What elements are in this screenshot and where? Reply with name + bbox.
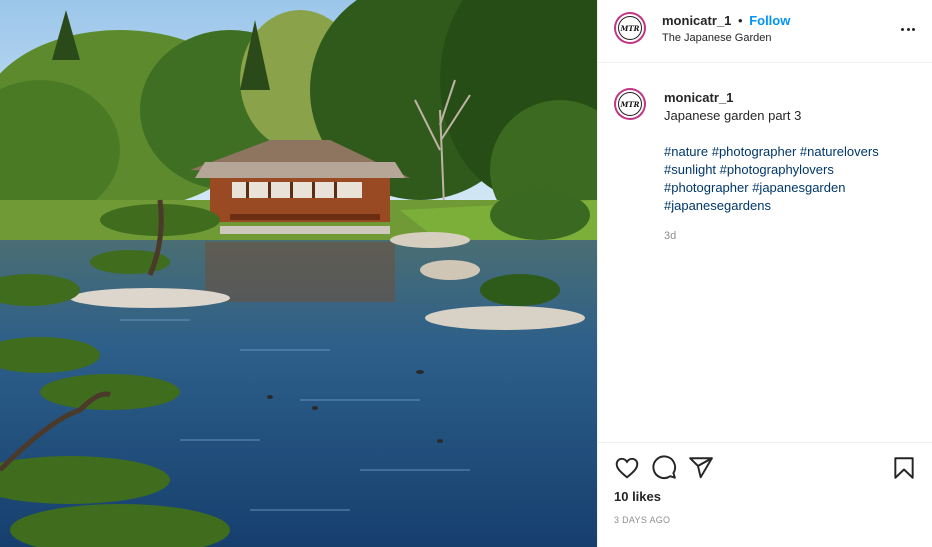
comment-icon[interactable]	[651, 455, 677, 481]
caption-avatar[interactable]: MTR	[614, 88, 646, 120]
author-avatar[interactable]: MTR	[614, 12, 646, 44]
garden-photo-illustration	[0, 0, 597, 547]
comment-icon-shape	[652, 455, 677, 479]
separator-dot: •	[738, 13, 743, 28]
avatar-logo: MTR	[618, 92, 642, 116]
hashtag-link[interactable]: #japanesgarden	[752, 180, 845, 195]
bookmark-icon[interactable]	[891, 455, 917, 481]
hashtag-link[interactable]: #photographylovers	[720, 162, 834, 177]
avatar-inner: MTR	[616, 90, 644, 118]
hashtag-link[interactable]: #nature	[664, 144, 708, 159]
more-options-icon[interactable]	[899, 20, 917, 38]
hashtag-link[interactable]: #naturelovers	[800, 144, 879, 159]
hashtag-link[interactable]: #sunlight	[664, 162, 716, 177]
post-header: MTR monicatr_1 • Follow The Japanese Gar…	[598, 0, 932, 63]
heart-icon[interactable]	[614, 455, 640, 481]
hashtag-list: #nature #photographer #naturelovers #sun…	[664, 143, 919, 215]
post-photo[interactable]	[0, 0, 597, 547]
caption-timestamp[interactable]: 3d	[664, 227, 919, 245]
share-icon-shape	[689, 457, 713, 479]
hashtag-link[interactable]: #photographer	[712, 144, 797, 159]
heart-icon-shape	[615, 457, 639, 479]
more-dot	[911, 27, 915, 31]
caption-username[interactable]: monicatr_1	[664, 89, 919, 107]
bookmark-icon-shape	[894, 457, 914, 479]
more-dot	[901, 27, 905, 31]
likes-count[interactable]: 10 likes	[614, 489, 661, 504]
hashtag-line: #nature #photographer #naturelovers	[664, 143, 919, 161]
more-dot	[906, 27, 910, 31]
header-names: monicatr_1 • Follow The Japanese Garden	[662, 13, 790, 46]
avatar-inner: MTR	[616, 14, 644, 42]
hashtag-line: #japanesegardens	[664, 197, 919, 215]
post-side-panel: MTR monicatr_1 • Follow The Japanese Gar…	[597, 0, 932, 547]
avatar-logo: MTR	[618, 16, 642, 40]
post-actions: 10 likes 3 DAYS AGO	[598, 442, 932, 547]
follow-button[interactable]: Follow	[749, 13, 790, 28]
post-caption: MTR monicatr_1 Japanese garden part 3 #n…	[598, 64, 932, 442]
instagram-post: MTR monicatr_1 • Follow The Japanese Gar…	[0, 0, 932, 547]
caption-body: monicatr_1 Japanese garden part 3 #natur…	[664, 89, 919, 245]
hashtag-line: #sunlight #photographylovers	[664, 161, 919, 179]
hashtag-link[interactable]: #japanesegardens	[664, 198, 771, 213]
post-date[interactable]: 3 DAYS AGO	[614, 515, 670, 525]
author-username[interactable]: monicatr_1	[662, 13, 731, 28]
location-link[interactable]: The Japanese Garden	[662, 30, 790, 46]
hashtag-link[interactable]: #photographer	[664, 180, 749, 195]
caption-text: Japanese garden part 3	[664, 108, 802, 123]
hashtag-line: #photographer #japanesgarden	[664, 179, 919, 197]
share-icon[interactable]	[688, 455, 714, 481]
header-user-line: monicatr_1 • Follow	[662, 13, 790, 29]
